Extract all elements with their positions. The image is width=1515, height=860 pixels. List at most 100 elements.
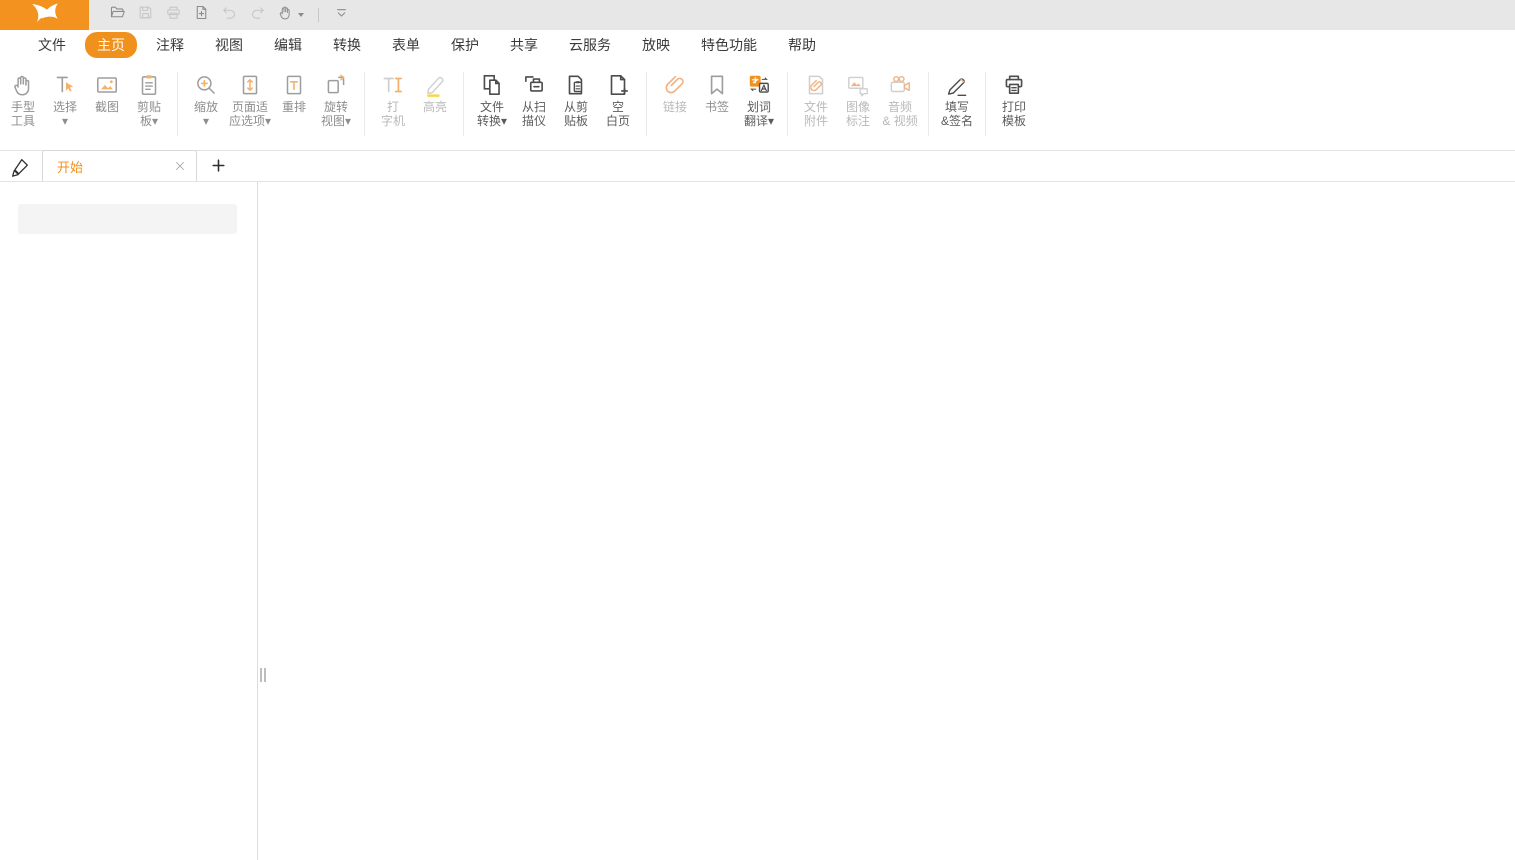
dropdown-caret-icon — [298, 13, 304, 17]
menu-item-转换[interactable]: 转换 — [321, 32, 373, 58]
hand-select-icon — [277, 4, 294, 26]
ribbon-tool[interactable]: 从剪 贴板 — [555, 60, 597, 150]
close-icon[interactable] — [173, 159, 187, 173]
ribbon-group-separator — [787, 72, 788, 136]
print-button[interactable] — [165, 4, 182, 26]
document-tab[interactable]: 开始 — [42, 150, 197, 181]
quick-access-toolbar — [109, 4, 350, 26]
sidebar — [0, 182, 258, 860]
fit-page-icon — [237, 72, 263, 98]
print-icon — [165, 4, 182, 26]
ribbon-group-separator — [364, 72, 365, 136]
ribbon-group: 填写 &签名 — [936, 60, 978, 150]
ribbon-tool[interactable]: 缩放 ▾ — [185, 60, 227, 150]
tab-bar: 开始 — [0, 151, 1515, 182]
ribbon-group: 打印 模板 — [993, 60, 1035, 150]
hand-select-button[interactable] — [277, 4, 304, 26]
tab-edit-icon[interactable] — [9, 156, 31, 178]
menu-item-编辑[interactable]: 编辑 — [262, 32, 314, 58]
print-template-icon — [1001, 72, 1027, 98]
menu-item-文件[interactable]: 文件 — [26, 32, 78, 58]
toolbar-separator — [318, 8, 319, 22]
menu-item-注释[interactable]: 注释 — [144, 32, 196, 58]
ribbon-group: 打 字机 高亮 — [372, 60, 456, 150]
rotate-view-icon — [323, 72, 349, 98]
clear-recent-button[interactable] — [209, 211, 226, 228]
menu-item-表单[interactable]: 表单 — [380, 32, 432, 58]
open-folder-icon — [109, 4, 126, 26]
ribbon-group: 文件 转换▾ 从扫 描仪 从剪 贴板 空 白页 — [471, 60, 639, 150]
bookmark-icon — [704, 72, 730, 98]
ribbon-group-separator — [646, 72, 647, 136]
ribbon-group: 文件 附件 图像 标注 音频 & 视频 — [795, 60, 921, 150]
ribbon-tool[interactable]: 剪贴 板▾ — [128, 60, 170, 150]
menu-bar: 文件主页注释视图编辑转换表单保护共享云服务放映特色功能帮助 — [0, 30, 1515, 60]
convert-icon — [479, 72, 505, 98]
menu-item-放映[interactable]: 放映 — [630, 32, 682, 58]
ribbon-tool[interactable]: 旋转 视图▾ — [315, 60, 357, 150]
menu-item-特色功能[interactable]: 特色功能 — [689, 32, 769, 58]
app-logo[interactable] — [0, 0, 89, 30]
image-annotation-icon — [845, 72, 871, 98]
ribbon-tool[interactable]: 高亮 — [414, 60, 456, 150]
save-button[interactable] — [137, 4, 154, 26]
ribbon-tool[interactable]: 从扫 描仪 — [513, 60, 555, 150]
ribbon-tool[interactable]: 文件 附件 — [795, 60, 837, 150]
menu-item-共享[interactable]: 共享 — [498, 32, 550, 58]
ribbon-tool[interactable]: 打 字机 — [372, 60, 414, 150]
undo-button[interactable] — [221, 4, 238, 26]
menu-item-帮助[interactable]: 帮助 — [776, 32, 828, 58]
menu-item-云服务[interactable]: 云服务 — [557, 32, 623, 58]
customize-toolbar-icon — [333, 4, 350, 26]
blank-page-icon — [605, 72, 631, 98]
new-document-icon — [193, 4, 210, 26]
ribbon-tool[interactable]: 选择 ▾ — [44, 60, 86, 150]
ribbon-toolbar: 手型 工具 选择 ▾ 截图 剪贴 板▾ 缩放 ▾ 页面适 应选项▾ 重排 旋转 … — [0, 60, 1515, 151]
app-body — [0, 182, 1515, 860]
ribbon-tool[interactable]: 打印 模板 — [993, 60, 1035, 150]
open-folder-button[interactable] — [109, 4, 126, 26]
ribbon-group-separator — [463, 72, 464, 136]
ribbon-tool[interactable]: 图像 标注 — [837, 60, 879, 150]
recent-section-header — [18, 204, 237, 234]
zoom-icon — [193, 72, 219, 98]
ribbon-tool[interactable]: 划词 翻译▾ — [738, 60, 780, 150]
new-document-button[interactable] — [193, 4, 210, 26]
undo-icon — [221, 4, 238, 26]
ribbon-tool[interactable]: 空 白页 — [597, 60, 639, 150]
ribbon-tool[interactable]: 链接 — [654, 60, 696, 150]
select-icon — [52, 72, 78, 98]
title-bar — [0, 0, 1515, 30]
hand-tool-icon — [10, 72, 36, 98]
fill-sign-icon — [944, 72, 970, 98]
clipboard-icon — [136, 72, 162, 98]
ribbon-group-separator — [985, 72, 986, 136]
ribbon-tool[interactable]: 重排 — [273, 60, 315, 150]
ribbon-tool[interactable]: 文件 转换▾ — [471, 60, 513, 150]
save-icon — [137, 4, 154, 26]
ribbon-tool[interactable]: 填写 &签名 — [936, 60, 978, 150]
ribbon-tool[interactable]: 书签 — [696, 60, 738, 150]
ribbon-tool[interactable]: 截图 — [86, 60, 128, 150]
typewriter-icon — [380, 72, 406, 98]
ribbon-group-separator — [177, 72, 178, 136]
menu-item-保护[interactable]: 保护 — [439, 32, 491, 58]
customize-toolbar-button[interactable] — [333, 4, 350, 26]
ribbon-group: 手型 工具 选择 ▾ 截图 剪贴 板▾ — [2, 60, 170, 150]
sidebar-splitter-handle[interactable] — [260, 668, 268, 684]
redo-button[interactable] — [249, 4, 266, 26]
ribbon-group-separator — [928, 72, 929, 136]
ribbon-group: 缩放 ▾ 页面适 应选项▾ 重排 旋转 视图▾ — [185, 60, 357, 150]
menu-item-视图[interactable]: 视图 — [203, 32, 255, 58]
link-icon — [662, 72, 688, 98]
snapshot-icon — [94, 72, 120, 98]
ribbon-tool[interactable]: 页面适 应选项▾ — [227, 60, 273, 150]
ribbon-tool[interactable]: 音频 & 视频 — [879, 60, 921, 150]
main-content — [258, 182, 1515, 860]
redo-icon — [249, 4, 266, 26]
menu-item-主页[interactable]: 主页 — [85, 32, 137, 58]
ribbon-tool[interactable]: 手型 工具 — [2, 60, 44, 150]
plus-icon[interactable] — [210, 157, 227, 174]
translate-icon — [746, 72, 772, 98]
audio-video-icon — [887, 72, 913, 98]
